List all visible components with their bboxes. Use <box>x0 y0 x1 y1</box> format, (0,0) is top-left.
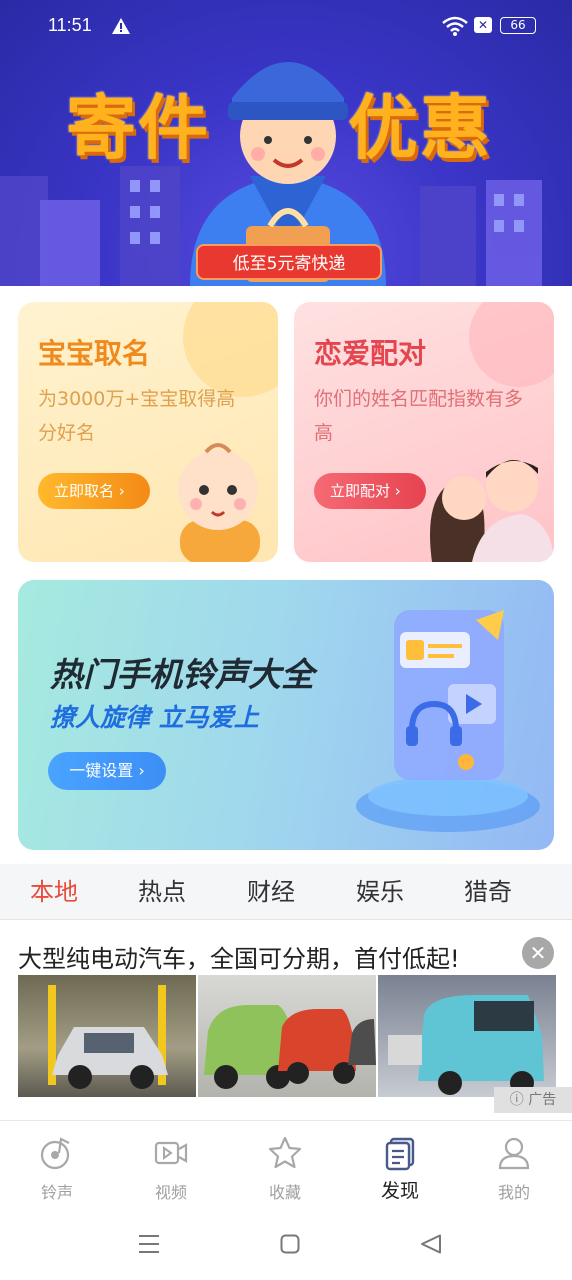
star-icon <box>268 1136 302 1169</box>
nav-discover[interactable]: 发现 <box>343 1121 457 1211</box>
ringtone-banner-subtitle: 撩人旋律 立马爱上 <box>50 703 259 732</box>
nav-label: 我的 <box>497 1183 530 1202</box>
close-icon[interactable]: ✕ <box>522 937 554 969</box>
ringtone-banner[interactable]: 热门手机铃声大全 撩人旋律 立马爱上 一键设置 › <box>18 580 554 850</box>
building-decoration <box>40 200 100 286</box>
baby-naming-card[interactable]: 宝宝取名 为3000万+宝宝取得高分好名 立即取名 › <box>18 302 278 562</box>
banner-title-left: 寄件 <box>66 87 210 169</box>
building-decoration <box>420 186 476 286</box>
video-icon <box>154 1141 188 1165</box>
nav-label: 视频 <box>154 1183 187 1202</box>
ad-tag: ⓘ 广告 <box>494 1087 572 1113</box>
tab-local[interactable]: 本地 <box>0 864 108 920</box>
nav-label: 发现 <box>380 1180 419 1202</box>
baby-naming-button[interactable]: 立即取名 › <box>38 473 150 509</box>
status-time: 11:51 <box>48 15 92 35</box>
tab-finance[interactable]: 财经 <box>217 864 325 920</box>
system-navigation-bar <box>0 1210 572 1280</box>
profile-icon <box>498 1137 530 1170</box>
home-icon[interactable] <box>280 1234 300 1254</box>
nav-label: 铃声 <box>40 1183 73 1202</box>
nav-label: 收藏 <box>268 1183 301 1202</box>
phone-music-illustration <box>356 610 540 832</box>
love-match-button[interactable]: 立即配对 › <box>314 473 426 509</box>
car-icon <box>48 985 168 1089</box>
card-title: 恋爱配对 <box>314 337 427 370</box>
one-click-set-button[interactable]: 一键设置 › <box>48 752 166 790</box>
tab-curiosity[interactable]: 猎奇 <box>434 864 542 920</box>
back-icon[interactable] <box>420 1234 442 1254</box>
card-title: 宝宝取名 <box>38 337 151 370</box>
discover-icon <box>385 1137 415 1171</box>
ad-block[interactable]: 大型纯电动汽车，全国可分期，首付低起! ✕ ⓘ 广告 <box>0 921 572 1117</box>
building-decoration <box>486 180 542 286</box>
car-icon <box>204 1005 376 1089</box>
banner-title-right: 优惠 <box>348 87 492 169</box>
nav-favorites[interactable]: 收藏 <box>228 1121 342 1211</box>
battery-indicator: 66 <box>500 17 536 34</box>
ad-image-small-cars[interactable] <box>198 975 376 1097</box>
ad-tag-label: 广告 <box>528 1092 557 1108</box>
nav-ringtone[interactable]: 铃声 <box>0 1121 114 1211</box>
ringtone-banner-title: 热门手机铃声大全 <box>50 655 314 694</box>
couple-illustration <box>430 459 554 562</box>
warning-icon <box>112 18 130 34</box>
tab-entertainment[interactable]: 娱乐 <box>326 864 434 920</box>
ad-image-van[interactable] <box>378 975 556 1097</box>
promo-banner[interactable]: 11:51 ✕ 66 寄件 优惠 低至5元寄快递 <box>0 0 572 286</box>
love-match-card[interactable]: 恋爱配对 你们的姓名匹配指数有多高 立即配对 › <box>294 302 554 562</box>
status-bar: 11:51 ✕ 66 <box>0 0 572 52</box>
baby-illustration <box>178 443 260 562</box>
music-note-icon <box>40 1137 70 1170</box>
ad-image-factory[interactable] <box>18 975 196 1097</box>
nav-video[interactable]: 视频 <box>114 1121 228 1211</box>
car-icon <box>388 995 544 1095</box>
heart-decoration <box>469 302 554 387</box>
banner-label: 低至5元寄快递 <box>196 244 382 280</box>
nav-profile[interactable]: 我的 <box>457 1121 571 1211</box>
bottom-navigation: 铃声 视频 收藏 发现 我的 <box>0 1120 572 1210</box>
wifi-icon <box>442 16 468 36</box>
tab-hot[interactable]: 热点 <box>108 864 216 920</box>
ad-title[interactable]: 大型纯电动汽车，全国可分期，首付低起! <box>18 939 460 974</box>
news-tabs: 本地 热点 财经 娱乐 猎奇 <box>0 864 572 920</box>
menu-icon[interactable] <box>138 1234 160 1254</box>
signal-off-icon: ✕ <box>474 17 492 33</box>
